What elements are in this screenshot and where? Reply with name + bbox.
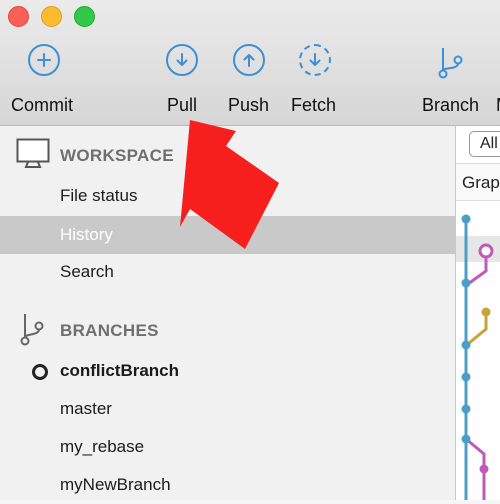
pointer-arrow-icon [180,120,279,249]
